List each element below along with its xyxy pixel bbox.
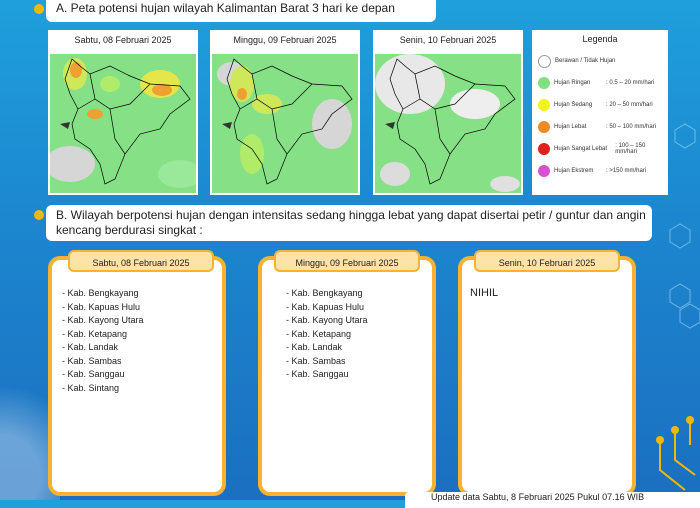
map-date-label: Senin, 10 Februari 2025 xyxy=(399,35,497,45)
map-date-label: Minggu, 09 Februari 2025 xyxy=(233,35,337,45)
list-item: - Kab. Landak xyxy=(62,342,119,352)
legend-swatch xyxy=(538,165,550,177)
update-info: Update data Sabtu, 8 Februari 2025 Pukul… xyxy=(405,492,700,508)
legend-title: Legenda xyxy=(582,34,618,44)
legend-item-name: Berawan / Tidak Hujan xyxy=(555,58,616,64)
list-item: - Kab. Kayong Utara xyxy=(286,315,368,325)
legend-item: Hujan Ringan : 0.5 – 20 mm/hari xyxy=(532,72,668,94)
map-panel-day1: Sabtu, 08 Februari 2025 xyxy=(48,30,198,195)
rain-map-day3 xyxy=(375,54,521,193)
map-panel-day3: Senin, 10 Februari 2025 xyxy=(373,30,523,195)
list-item: - Kab. Sambas xyxy=(286,355,346,366)
legend-item-name: Hujan Ringan xyxy=(554,80,591,86)
day-box-3: NIHIL xyxy=(458,256,636,496)
legend-item-name: Hujan Lebat xyxy=(554,124,587,130)
list-item: - Kab. Ketapang xyxy=(62,328,128,339)
bullet-dot-a xyxy=(34,4,44,14)
list-item: - Kab. Sambas xyxy=(62,355,122,366)
list-item: - Kab. Sanggau xyxy=(62,369,125,379)
legend-item-name: Hujan Sangat Lebat xyxy=(554,146,608,152)
list-item: - Kab. Kapuas Hulu xyxy=(62,301,141,312)
rain-map-day1 xyxy=(50,54,196,193)
region-list: - Kab. Bengkayang - Kab. Kapuas Hulu - K… xyxy=(62,287,144,395)
legend-item: Berawan / Tidak Hujan xyxy=(532,50,668,72)
map-date-label: Sabtu, 08 Februari 2025 xyxy=(74,35,172,45)
list-item: - Kab. Sintang xyxy=(62,382,120,393)
list-item: - Kab. Landak xyxy=(286,342,343,352)
nihil-text: NIHIL xyxy=(470,287,499,299)
legend-item: Hujan Sedang : 20 – 50 mm/hari xyxy=(532,94,668,116)
legend-swatch xyxy=(538,99,550,111)
list-item: - Kab. Ketapang xyxy=(286,328,352,339)
day-tab-2: Minggu, 09 Februari 2025 xyxy=(274,250,420,272)
legend-item: Hujan Sangat Lebat : 100 – 150 mm/hari xyxy=(532,138,668,160)
legend-item-range: : 100 – 150 mm/hari xyxy=(615,143,646,155)
legend-item-name: Hujan Sedang xyxy=(554,102,593,108)
day-tab-3: Senin, 10 Februari 2025 xyxy=(474,250,620,272)
list-item: - Kab. Kayong Utara xyxy=(62,315,144,325)
section-a-title: A. Peta potensi hujan wilayah Kalimantan… xyxy=(46,0,436,22)
list-item: - Kab. Bengkayang xyxy=(286,288,363,298)
day-box-1: - Kab. Bengkayang - Kab. Kapuas Hulu - K… xyxy=(48,256,226,496)
legend-swatch xyxy=(538,143,550,155)
legend-item-range: : 0.5 – 20 mm/hari xyxy=(606,80,655,86)
map-panel-day2: Minggu, 09 Februari 2025 xyxy=(210,30,360,195)
legend-item: Hujan Lebat : 50 – 100 mm/hari xyxy=(532,116,668,138)
legend-swatch xyxy=(538,77,550,89)
list-item: - Kab. Sanggau xyxy=(286,369,349,379)
legend-swatch xyxy=(538,54,551,68)
legend-item: Hujan Ekstrem : >150 mm/hari xyxy=(532,160,668,182)
list-item: - Kab. Kapuas Hulu xyxy=(286,301,365,312)
legend-swatch xyxy=(538,121,550,133)
list-item: - Kab. Bengkayang xyxy=(62,288,139,298)
day-box-2: - Kab. Bengkayang - Kab. Kapuas Hulu - K… xyxy=(258,256,436,496)
day-tab-1: Sabtu, 08 Februari 2025 xyxy=(68,250,214,272)
section-b-title: B. Wilayah berpotensi hujan dengan inten… xyxy=(46,205,652,241)
legend-panel: Legenda Berawan / Tidak Hujan Hujan Ring… xyxy=(532,30,668,195)
legend-item-range: : >150 mm/hari xyxy=(606,168,647,174)
legend-item-range: : 50 – 100 mm/hari xyxy=(606,124,657,130)
legend-item-name: Hujan Ekstrem xyxy=(554,168,594,174)
region-list: - Kab. Bengkayang - Kab. Kapuas Hulu - K… xyxy=(286,287,368,382)
legend-item-range: : 20 – 50 mm/hari xyxy=(606,102,653,108)
bullet-dot-b xyxy=(34,210,44,220)
rain-map-day2 xyxy=(212,54,358,193)
